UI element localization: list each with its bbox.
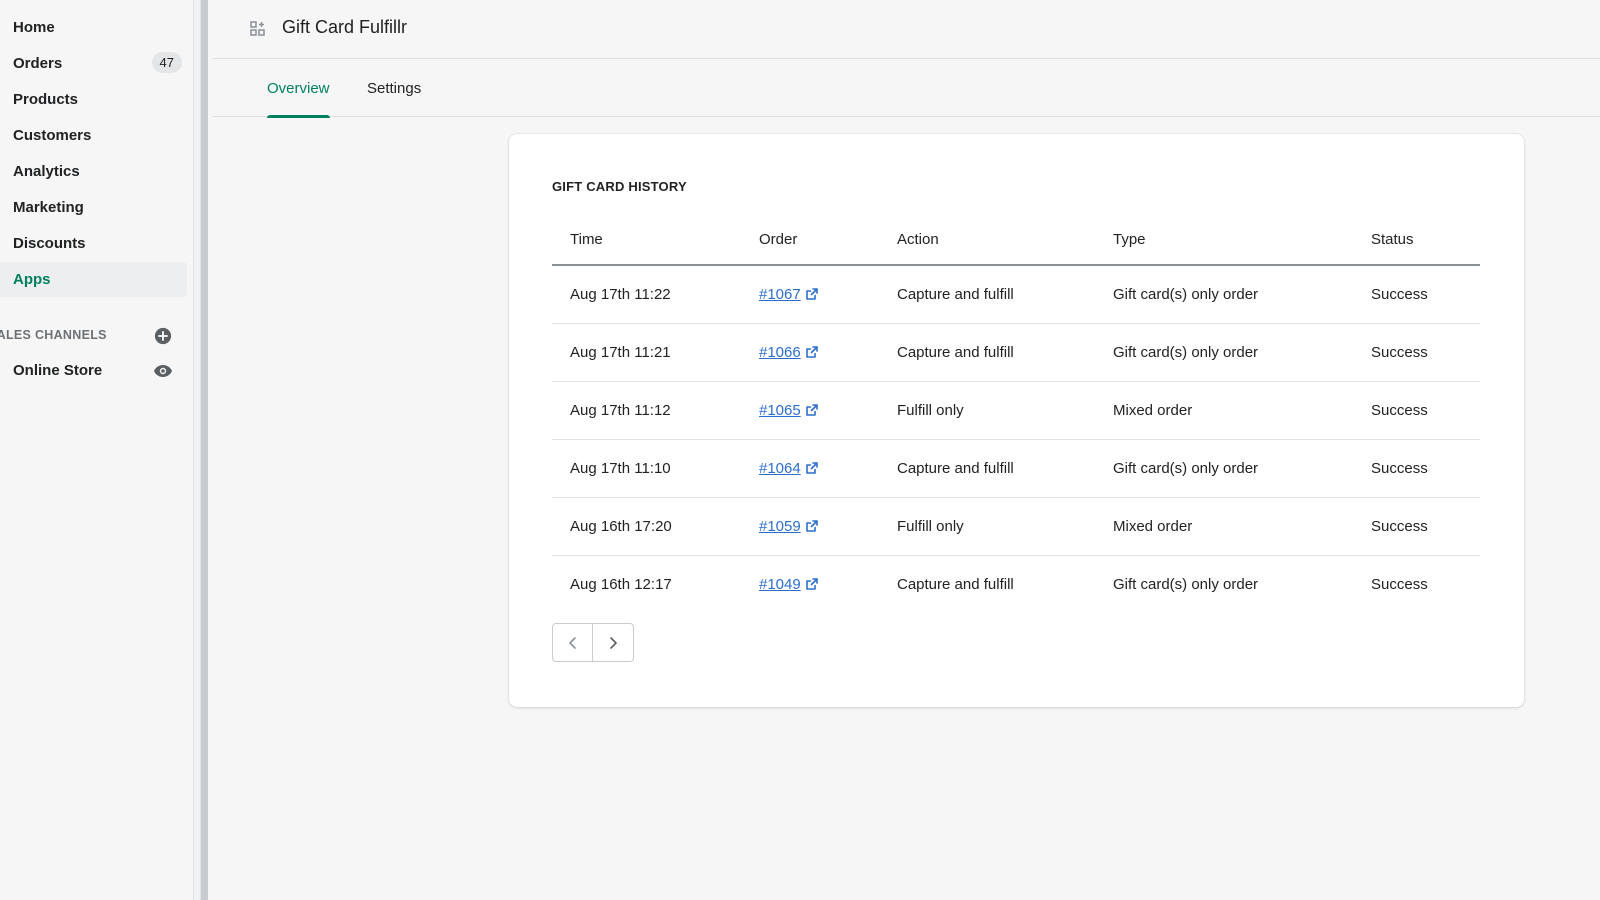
tab-bar: Overview Settings xyxy=(212,60,1600,118)
table-header-row: Time Order Action Type Status xyxy=(552,214,1480,266)
page-title: Gift Card Fulfillr xyxy=(282,17,408,37)
cell-status: Success xyxy=(1353,323,1480,382)
sidebar-item-analytics[interactable]: Analytics xyxy=(0,154,187,189)
sidebar-item-home[interactable]: Home xyxy=(0,10,187,45)
cell-order: #1049 xyxy=(741,555,879,613)
view-online-store-button[interactable] xyxy=(153,361,173,381)
cell-type: Gift card(s) only order xyxy=(1095,265,1353,324)
sidebar-item-label: Apps xyxy=(13,271,51,288)
order-link[interactable]: #1064 xyxy=(759,460,818,477)
sidebar-item-label: Orders xyxy=(13,55,63,72)
cell-order: #1067 xyxy=(741,265,879,324)
cell-time: Aug 16th 17:20 xyxy=(552,497,741,556)
tab-overview[interactable]: Overview xyxy=(267,60,330,118)
sidebar: Home Orders 47 Products Customers Analyti… xyxy=(0,0,194,900)
sidebar-item-discounts[interactable]: Discounts xyxy=(0,226,187,261)
sidebar-item-products[interactable]: Products xyxy=(0,82,187,117)
chevron-right-icon xyxy=(610,636,617,649)
sidebar-scrollbar[interactable] xyxy=(200,0,208,900)
apps-icon xyxy=(250,21,266,37)
cell-action: Fulfill only xyxy=(879,381,1095,440)
cell-order: #1066 xyxy=(741,323,879,382)
chevron-left-icon xyxy=(568,636,576,649)
cell-order: #1059 xyxy=(741,497,879,556)
sidebar-item-customers[interactable]: Customers xyxy=(0,118,187,153)
eye-icon xyxy=(154,365,172,377)
column-header-order: Order xyxy=(741,214,879,266)
cell-time: Aug 17th 11:21 xyxy=(552,323,741,382)
previous-page-button[interactable] xyxy=(552,623,593,662)
order-link[interactable]: #1067 xyxy=(759,286,818,303)
cell-type: Mixed order xyxy=(1095,381,1353,440)
table-row: Aug 16th 12:17 #1049 Capture and fulfill Gi… xyxy=(552,555,1480,613)
order-link[interactable]: #1066 xyxy=(759,344,818,361)
sidebar-item-apps[interactable]: Apps xyxy=(0,262,187,297)
sidebar-item-label: Discounts xyxy=(13,235,86,252)
card-title: GIFT CARD HISTORY xyxy=(552,179,687,194)
cell-order: #1064 xyxy=(741,439,879,498)
external-link-icon xyxy=(805,462,818,474)
orders-count-badge: 47 xyxy=(151,52,182,73)
cell-time: Aug 17th 11:10 xyxy=(552,439,741,498)
external-link-icon xyxy=(805,288,818,301)
order-link[interactable]: #1049 xyxy=(759,576,818,593)
cell-type: Gift card(s) only order xyxy=(1095,323,1353,382)
tab-settings[interactable]: Settings xyxy=(367,60,421,117)
sidebar-item-label: Marketing xyxy=(13,199,84,216)
app-header: Gift Card Fulfillr xyxy=(212,0,1600,59)
table-row: Aug 17th 11:22 #1067 Capture and fulfill Gi… xyxy=(552,265,1480,324)
add-sales-channel-button[interactable] xyxy=(153,326,173,346)
next-page-button[interactable] xyxy=(593,623,634,662)
column-header-time: Time xyxy=(552,214,741,266)
table-row: Aug 16th 17:20 #1059 Fulfill only Mixed ord… xyxy=(552,497,1480,556)
external-link-icon xyxy=(805,346,818,358)
external-link-icon xyxy=(805,578,818,591)
cell-order: #1065 xyxy=(741,381,879,440)
cell-status: Success xyxy=(1371,575,1428,593)
cell-type: Gift card(s) only order xyxy=(1095,439,1353,498)
order-link[interactable]: #1065 xyxy=(759,402,818,419)
cell-time: Aug 16th 12:17 xyxy=(570,575,672,593)
cell-status: Success xyxy=(1353,497,1480,556)
cell-status: Success xyxy=(1353,265,1480,324)
sidebar-item-marketing[interactable]: Marketing xyxy=(0,190,187,225)
sidebar-item-orders[interactable]: Orders 47 xyxy=(0,46,187,81)
cell-action: Capture and fulfill xyxy=(879,439,1095,498)
external-link-icon xyxy=(805,520,818,532)
pagination xyxy=(552,623,634,662)
gift-card-history-card: GIFT CARD HISTORY Time Order Action Type… xyxy=(509,134,1524,707)
cell-action: Capture and fulfill xyxy=(897,575,1014,593)
table-row: Aug 17th 11:12 #1065 Fulfill only Mixed ord… xyxy=(552,381,1480,440)
cell-status: Success xyxy=(1353,439,1480,498)
external-link-icon xyxy=(805,404,818,416)
cell-status: Success xyxy=(1353,381,1480,440)
table-row: Aug 17th 11:21 #1066 Capture and fulfill Gi… xyxy=(552,323,1480,382)
sidebar-item-label: Customers xyxy=(13,127,92,144)
column-header-status: Status xyxy=(1353,214,1480,266)
history-table: Time Order Action Type Status Aug 17th 1… xyxy=(552,214,1480,613)
column-header-action: Action xyxy=(879,214,1095,266)
table-row: Aug 17th 11:10 #1064 Capture and fulfill Gi… xyxy=(552,439,1480,498)
cell-type: Mixed order xyxy=(1095,497,1353,556)
cell-type: Gift card(s) only order xyxy=(1113,575,1259,593)
sidebar-item-label: Products xyxy=(13,91,79,108)
column-header-type: Type xyxy=(1095,214,1353,266)
plus-circle-icon xyxy=(154,327,172,345)
cell-time: Aug 17th 11:12 xyxy=(552,381,741,440)
cell-action: Capture and fulfill xyxy=(879,265,1095,324)
sidebar-item-label: Home xyxy=(13,19,55,36)
cell-action: Capture and fulfill xyxy=(879,323,1095,382)
cell-time: Aug 17th 11:22 xyxy=(552,265,741,324)
sidebar-item-label: Online Store xyxy=(13,362,103,379)
sidebar-item-label: Analytics xyxy=(13,163,80,180)
order-link[interactable]: #1059 xyxy=(759,518,818,535)
cell-action: Fulfill only xyxy=(879,497,1095,556)
